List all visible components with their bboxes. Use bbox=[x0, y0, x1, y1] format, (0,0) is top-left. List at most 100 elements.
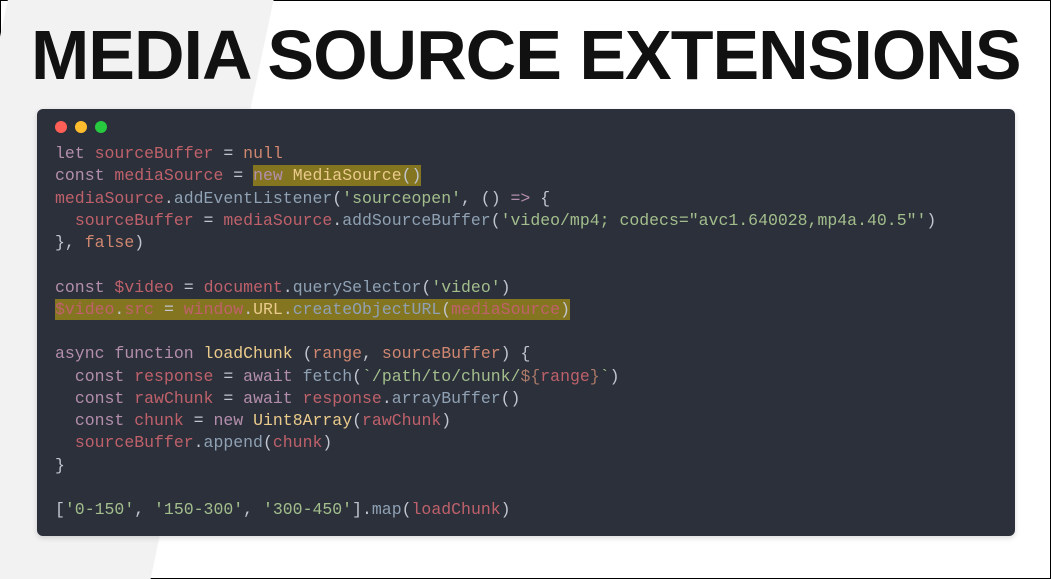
string: 'video' bbox=[431, 278, 500, 297]
method: addEventListener bbox=[174, 189, 332, 208]
punctuation: ( bbox=[303, 344, 313, 363]
operator: = bbox=[154, 300, 184, 319]
punctuation: . bbox=[243, 300, 253, 319]
slide: MEDIA SOURCE EXTENSIONS let sourceBuffer… bbox=[0, 0, 1051, 579]
identifier: mediaSource bbox=[114, 166, 223, 185]
identifier: response bbox=[134, 367, 213, 386]
punctuation: ( bbox=[352, 367, 362, 386]
maximize-icon bbox=[95, 121, 107, 133]
identifier: chunk bbox=[273, 433, 323, 452]
punctuation: . bbox=[114, 300, 124, 319]
punctuation: ) bbox=[610, 367, 620, 386]
punctuation: } bbox=[55, 456, 65, 475]
method: querySelector bbox=[293, 278, 422, 297]
class-name: MediaSource bbox=[293, 166, 402, 185]
slide-title: MEDIA SOURCE EXTENSIONS bbox=[31, 15, 1050, 95]
punctuation: , bbox=[134, 500, 154, 519]
template-expr: ${ bbox=[520, 367, 540, 386]
window-controls bbox=[55, 121, 997, 133]
punctuation: . bbox=[194, 433, 204, 452]
punctuation: ) bbox=[501, 278, 511, 297]
string: 'sourceopen' bbox=[342, 189, 461, 208]
literal-null: null bbox=[243, 144, 283, 163]
code-block: let sourceBuffer = null const mediaSourc… bbox=[55, 143, 997, 522]
identifier: range bbox=[540, 367, 590, 386]
punctuation: ( bbox=[332, 189, 342, 208]
identifier: loadChunk bbox=[412, 500, 501, 519]
punctuation: , bbox=[243, 500, 263, 519]
indent bbox=[55, 389, 75, 408]
indent bbox=[55, 433, 75, 452]
indent bbox=[55, 211, 75, 230]
keyword-new: new bbox=[213, 411, 243, 430]
highlight-createobjecturl: $video.src = window.URL.createObjectURL(… bbox=[55, 299, 570, 320]
string: '150-300' bbox=[154, 500, 243, 519]
punctuation: . bbox=[164, 189, 174, 208]
punctuation: ( bbox=[441, 300, 451, 319]
punctuation: ) bbox=[441, 411, 451, 430]
indent bbox=[55, 367, 75, 386]
template-literal: `/path/to/chunk/ bbox=[362, 367, 520, 386]
identifier: chunk bbox=[134, 411, 184, 430]
method: addSourceBuffer bbox=[342, 211, 491, 230]
identifier: sourceBuffer bbox=[75, 433, 194, 452]
code-window: let sourceBuffer = null const mediaSourc… bbox=[37, 109, 1015, 536]
punctuation: { bbox=[530, 189, 550, 208]
punctuation: ) bbox=[926, 211, 936, 230]
punctuation: . bbox=[283, 300, 293, 319]
keyword-const: const bbox=[55, 166, 105, 185]
string: '300-450' bbox=[263, 500, 352, 519]
operator: = bbox=[223, 166, 253, 185]
keyword-async: async bbox=[55, 344, 105, 363]
keyword-await: await bbox=[243, 367, 293, 386]
space bbox=[293, 344, 303, 363]
punctuation: ( bbox=[421, 278, 431, 297]
punctuation: ) bbox=[134, 233, 144, 252]
parameter: sourceBuffer bbox=[382, 344, 501, 363]
arrow: => bbox=[511, 189, 531, 208]
identifier: mediaSource bbox=[55, 189, 164, 208]
highlight-new-mediasource: new MediaSource() bbox=[253, 165, 421, 186]
identifier: document bbox=[204, 278, 283, 297]
punctuation: ) bbox=[501, 500, 511, 519]
keyword-await: await bbox=[243, 389, 293, 408]
function-name: loadChunk bbox=[204, 344, 293, 363]
punctuation: . bbox=[382, 389, 392, 408]
keyword-function: function bbox=[114, 344, 193, 363]
operator: = bbox=[194, 211, 224, 230]
method: fetch bbox=[303, 367, 353, 386]
operator: = bbox=[213, 367, 243, 386]
punctuation: ) { bbox=[501, 344, 531, 363]
literal-false: false bbox=[85, 233, 135, 252]
operator: = bbox=[184, 411, 214, 430]
keyword-new: new bbox=[253, 166, 283, 185]
punctuation: ( bbox=[491, 211, 501, 230]
punctuation: () bbox=[402, 166, 422, 185]
keyword-const: const bbox=[75, 389, 125, 408]
operator: = bbox=[213, 389, 243, 408]
keyword-const: const bbox=[55, 278, 105, 297]
punctuation: }, bbox=[55, 233, 85, 252]
punctuation: ( bbox=[352, 411, 362, 430]
identifier: $video bbox=[55, 300, 114, 319]
identifier: sourceBuffer bbox=[95, 144, 214, 163]
punctuation: () bbox=[501, 389, 521, 408]
operator: = bbox=[213, 144, 243, 163]
string: 'video/mp4; codecs="avc1.640028,mp4a.40.… bbox=[501, 211, 927, 230]
space bbox=[293, 389, 303, 408]
punctuation: . bbox=[283, 278, 293, 297]
property: src bbox=[124, 300, 154, 319]
identifier: rawChunk bbox=[362, 411, 441, 430]
punctuation: , () bbox=[461, 189, 511, 208]
method: createObjectURL bbox=[293, 300, 442, 319]
keyword-const: const bbox=[75, 411, 125, 430]
method: map bbox=[372, 500, 402, 519]
indent bbox=[55, 411, 75, 430]
identifier: rawChunk bbox=[134, 389, 213, 408]
class-name: URL bbox=[253, 300, 283, 319]
punctuation: ( bbox=[263, 433, 273, 452]
class-name: Uint8Array bbox=[253, 411, 352, 430]
punctuation: . bbox=[332, 211, 342, 230]
punctuation: ( bbox=[402, 500, 412, 519]
keyword-let: let bbox=[55, 144, 85, 163]
